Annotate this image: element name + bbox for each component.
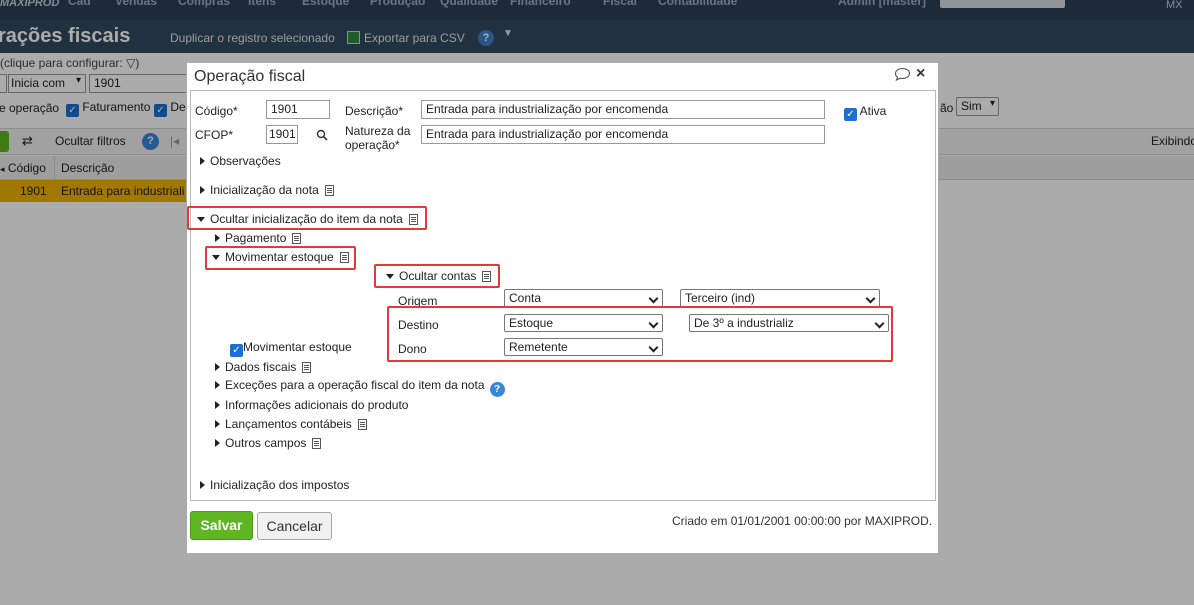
document-icon (339, 252, 349, 263)
document-icon (357, 419, 367, 430)
expand-arrow-icon (215, 234, 220, 242)
expand-arrow-icon (215, 420, 220, 428)
expand-arrow-icon (215, 439, 220, 447)
dialog-title: Operação fiscal (194, 68, 306, 85)
origem-select[interactable]: Conta (504, 289, 663, 307)
origem-extra-select[interactable]: Terceiro (ind) (680, 289, 880, 307)
created-info: Criado em 01/01/2001 00:00:00 por MAXIPR… (672, 514, 933, 528)
document-icon (324, 185, 334, 196)
comment-icon[interactable] (894, 67, 911, 82)
cancel-button[interactable]: Cancelar (257, 512, 332, 540)
expand-arrow-icon (215, 363, 220, 371)
codigo-input[interactable]: 1901 (266, 100, 330, 119)
section-outros-campos[interactable]: Outros campos (215, 436, 322, 450)
document-icon (302, 362, 312, 373)
section-lancamentos-contabeis[interactable]: Lançamentos contábeis (215, 417, 367, 431)
descricao-input[interactable]: Entrada para industrialização por encome… (421, 100, 825, 119)
collapse-arrow-icon (212, 255, 220, 260)
section-inicializacao-impostos[interactable]: Inicialização dos impostos (200, 478, 349, 492)
natureza-label-line1: Natureza da (345, 124, 411, 138)
destino-select[interactable]: Estoque (504, 314, 663, 332)
document-icon (482, 271, 492, 282)
movimentar-estoque-checkbox[interactable]: ✓ Movimentar estoque (230, 340, 352, 357)
ativa-checkbox[interactable]: ✓ Ativa (844, 104, 886, 121)
section-inicializacao-nota[interactable]: Inicialização da nota (200, 183, 334, 197)
close-icon[interactable]: × (916, 65, 925, 83)
expand-arrow-icon (215, 381, 220, 389)
checkbox-checked-icon: ✓ (844, 108, 857, 121)
cfop-input[interactable]: 1901 (266, 125, 298, 144)
expand-arrow-icon (200, 157, 205, 165)
dono-label: Dono (398, 342, 427, 356)
section-dados-fiscais[interactable]: Dados fiscais (215, 360, 312, 374)
dono-select[interactable]: Remetente (504, 338, 663, 356)
section-informacoes-adicionais[interactable]: Informações adicionais do produto (215, 398, 408, 412)
descricao-label: Descrição* (345, 104, 404, 118)
section-ocultar-contas[interactable]: Ocultar contas (386, 269, 492, 283)
collapse-arrow-icon (386, 274, 394, 279)
cfop-label: CFOP* (195, 128, 234, 142)
section-observacoes[interactable]: Observações (200, 154, 281, 168)
natureza-input[interactable]: Entrada para industrialização por encome… (421, 125, 825, 144)
dialog-form-panel: Código* 1901 Descrição* Entrada para ind… (187, 90, 936, 501)
expand-arrow-icon (200, 186, 205, 194)
expand-arrow-icon (215, 401, 220, 409)
destino-label: Destino (398, 318, 439, 332)
document-icon (292, 233, 302, 244)
section-excecoes[interactable]: Exceções para a operação fiscal do item … (215, 378, 505, 397)
save-button[interactable]: Salvar (190, 511, 253, 540)
section-ocultar-item[interactable]: Ocultar inicialização do item da nota (197, 212, 418, 226)
destino-extra-select[interactable]: De 3º a industrializ (689, 314, 889, 332)
natureza-label-line2: operação* (345, 138, 400, 152)
section-movimentar-estoque[interactable]: Movimentar estoque (212, 250, 349, 264)
codigo-label: Código* (195, 104, 238, 118)
fiscal-operation-dialog: Operação fiscal × Código* 1901 Descrição… (186, 62, 939, 554)
collapse-arrow-icon (197, 217, 205, 222)
checkbox-checked-icon: ✓ (230, 344, 243, 357)
section-pagamento[interactable]: Pagamento (215, 231, 302, 245)
search-icon[interactable] (316, 129, 328, 141)
help-icon[interactable]: ? (489, 382, 505, 397)
document-icon (312, 438, 322, 449)
document-icon (408, 214, 418, 225)
expand-arrow-icon (200, 481, 205, 489)
